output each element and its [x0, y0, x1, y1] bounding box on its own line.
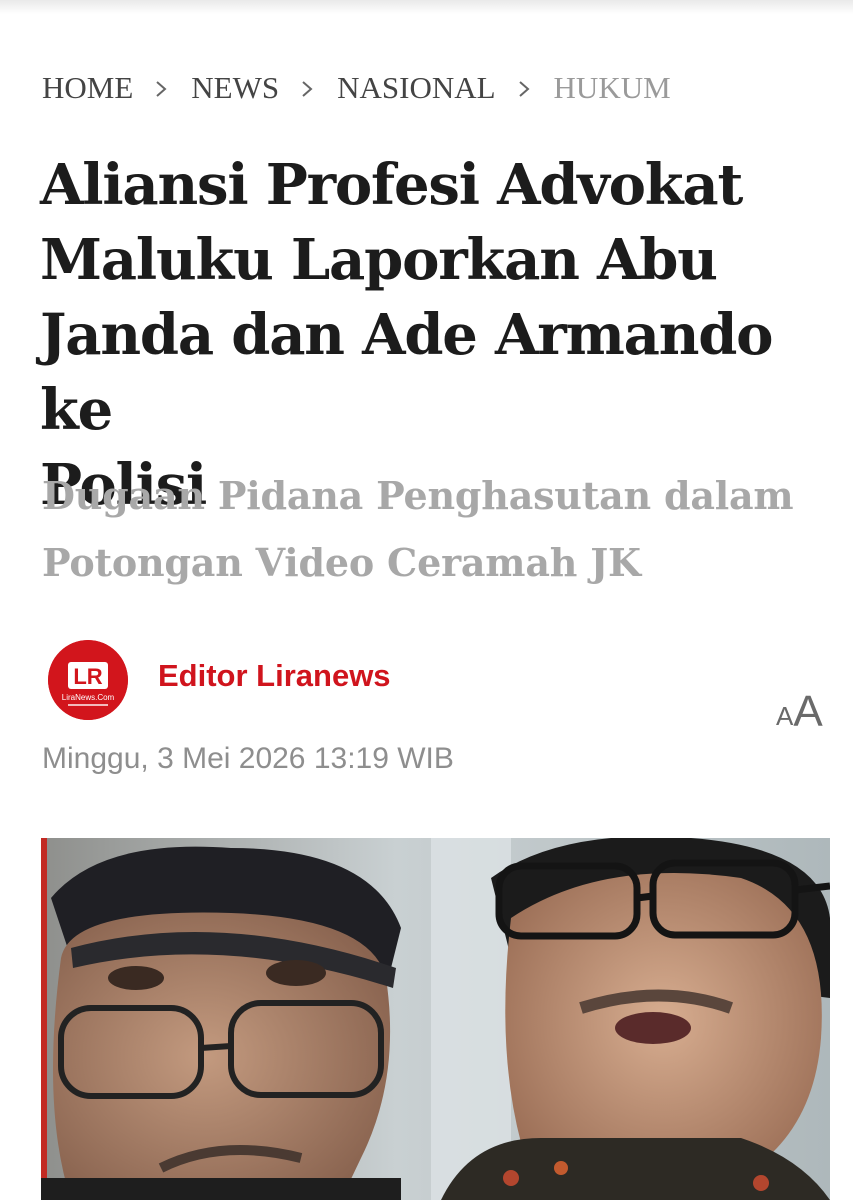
- chevron-right-icon: [139, 76, 183, 101]
- font-large-icon: A: [793, 687, 823, 736]
- article-subtitle: Dugaan Pidana Penghasutan dalam Potongan …: [42, 462, 842, 596]
- breadcrumb: HOME NEWS NASIONAL HUKUM: [42, 66, 671, 110]
- logo-mark: LR: [73, 664, 102, 689]
- liranews-logo-icon: LR LiraNews.Com: [48, 640, 128, 720]
- breadcrumb-home[interactable]: HOME: [42, 70, 133, 106]
- breadcrumb-news[interactable]: NEWS: [191, 70, 279, 106]
- breadcrumb-hukum[interactable]: HUKUM: [554, 70, 671, 106]
- hero-image[interactable]: [41, 838, 830, 1200]
- author-block: LR LiraNews.Com Editor Liranews: [48, 640, 391, 720]
- title-line: Maluku Laporkan Abu: [40, 227, 718, 293]
- subtitle-line: Potongan Video Ceramah JK: [42, 540, 641, 585]
- font-size-toggle-button[interactable]: A A: [776, 684, 838, 734]
- author-name-link[interactable]: Editor Liranews: [158, 658, 391, 694]
- author-avatar[interactable]: LR LiraNews.Com: [48, 640, 128, 720]
- font-small-icon: A: [776, 701, 794, 731]
- chevron-right-icon: [285, 76, 329, 101]
- publish-date: Minggu, 3 Mei 2026 13:19 WIB: [42, 742, 454, 775]
- title-line: Janda dan Ade Armando ke: [40, 302, 774, 443]
- chevron-right-icon: [502, 76, 546, 101]
- title-line: Aliansi Profesi Advokat: [40, 152, 743, 218]
- status-bar-shadow: [0, 0, 853, 14]
- breadcrumb-nasional[interactable]: NASIONAL: [337, 70, 495, 106]
- photo-two-men-icon: [41, 838, 830, 1200]
- logo-text: LiraNews.Com: [62, 693, 115, 702]
- subtitle-line: Dugaan Pidana Penghasutan dalam: [42, 473, 794, 518]
